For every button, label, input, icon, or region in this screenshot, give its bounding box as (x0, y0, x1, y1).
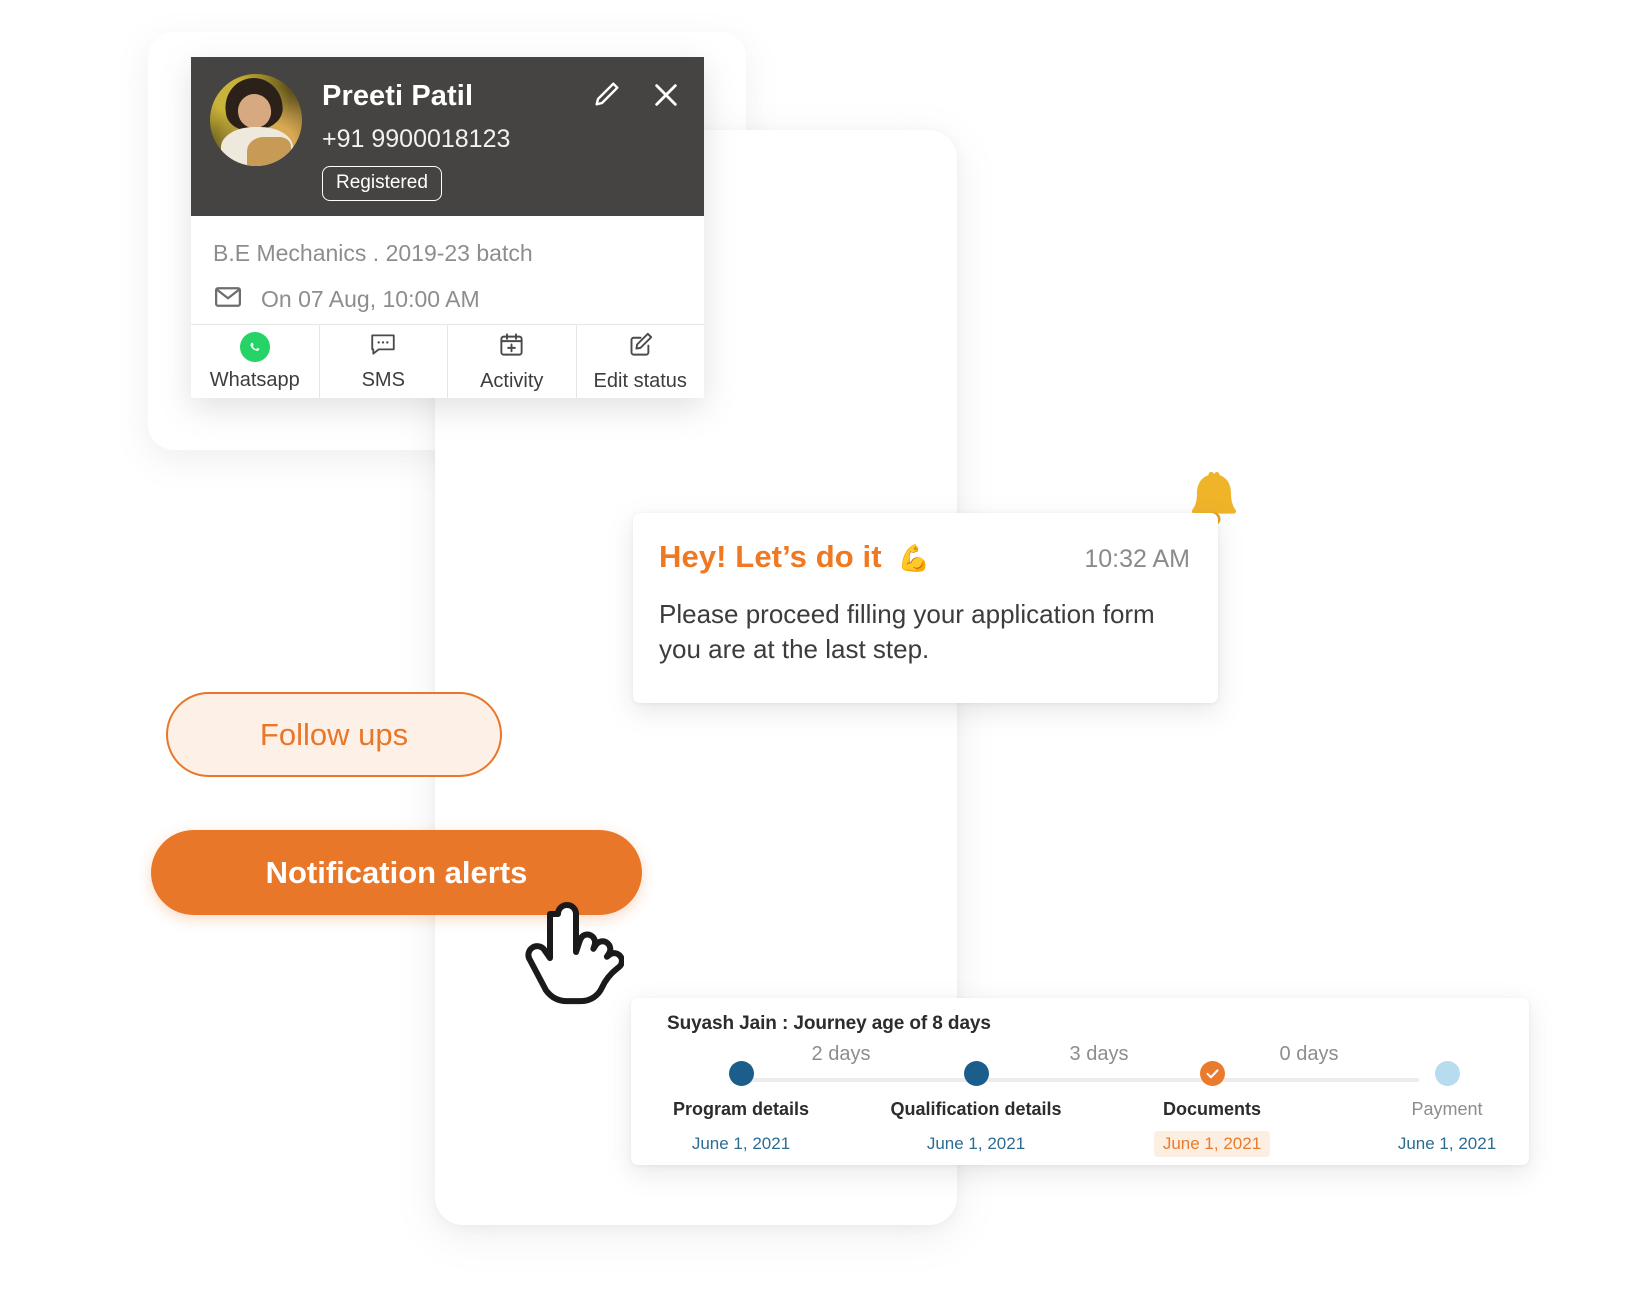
step-dot (1434, 1061, 1460, 1086)
avatar (210, 74, 302, 166)
journey-title: Suyash Jain : Journey age of 8 days (667, 1013, 991, 1034)
action-whatsapp[interactable]: Whatsapp (191, 325, 320, 398)
journey-step-program-details[interactable]: Program details June 1, 2021 (641, 1061, 841, 1157)
journey-step-payment[interactable]: Payment June 1, 2021 (1347, 1061, 1547, 1157)
contact-name: Preeti Patil (322, 80, 474, 112)
calendar-plus-icon (498, 331, 525, 363)
message-title: Hey! Let’s do it (659, 539, 882, 574)
message-card: Hey! Let’s do it 💪 10:32 AM Please proce… (633, 513, 1218, 703)
sms-bubble-icon (369, 331, 397, 362)
follow-ups-label: Follow ups (259, 716, 409, 752)
meeting-time: On 07 Aug, 10:00 AM (261, 286, 480, 312)
step-dot (963, 1061, 989, 1086)
action-label: Edit status (593, 369, 687, 392)
step-dot (1199, 1061, 1225, 1086)
action-activity[interactable]: Activity (448, 325, 577, 398)
flexed-biceps-emoji: 💪 (897, 543, 931, 573)
action-label: Activity (480, 369, 544, 392)
journey-step-documents[interactable]: Documents June 1, 2021 (1112, 1061, 1312, 1157)
status-badge: Registered (322, 166, 442, 202)
message-timestamp: 10:32 AM (1084, 545, 1190, 573)
course-info: B.E Mechanics . 2019-23 batch (213, 240, 533, 266)
profile-card-header: Preeti Patil +91 9900018123 Registered (191, 57, 704, 216)
profile-card-body: B.E Mechanics . 2019-23 batch On 07 Aug,… (191, 216, 704, 324)
step-date: June 1, 2021 (1397, 1134, 1497, 1153)
journey-track: 2 days 3 days 0 days Program details Jun… (631, 1043, 1529, 1166)
notification-alerts-button[interactable]: Notification alerts (151, 830, 642, 915)
action-label: Whatsapp (209, 368, 300, 391)
whatsapp-icon (239, 331, 270, 362)
step-date: June 1, 2021 (926, 1134, 1026, 1153)
action-label: SMS (361, 369, 405, 391)
envelope-icon (213, 282, 243, 317)
action-edit-status[interactable]: Edit status (577, 325, 705, 398)
pencil-icon[interactable] (590, 79, 622, 111)
journey-timeline-card: Suyash Jain : Journey age of 8 days 2 da… (631, 998, 1529, 1165)
action-sms[interactable]: SMS (320, 325, 448, 398)
close-icon[interactable] (650, 79, 682, 111)
step-label: Program details (672, 1099, 810, 1119)
timeline-line (741, 1078, 1419, 1082)
step-date: June 1, 2021 (1153, 1131, 1271, 1157)
notification-alerts-label: Notification alerts (265, 854, 528, 890)
edit-square-icon (627, 331, 654, 363)
profile-card-actions: Whatsapp SMS Activity Edit status (191, 324, 704, 398)
step-dot (728, 1061, 754, 1086)
contact-phone: +91 9900018123 (322, 124, 511, 153)
profile-card: Preeti Patil +91 9900018123 Registered B (191, 57, 704, 398)
message-body: Please proceed filling your application … (659, 599, 1155, 664)
follow-ups-button[interactable]: Follow ups (166, 692, 502, 777)
screenshot-stage: Preeti Patil +91 9900018123 Registered B (0, 0, 1625, 1312)
meeting-row: On 07 Aug, 10:00 AM (213, 282, 682, 317)
step-label: Payment (1411, 1099, 1483, 1119)
step-label: Documents (1162, 1099, 1261, 1119)
step-label: Qualification details (890, 1099, 1062, 1119)
step-date: June 1, 2021 (691, 1134, 791, 1153)
message-header: Hey! Let’s do it 💪 10:32 AM (659, 539, 1190, 575)
journey-step-qualification-details[interactable]: Qualification details June 1, 2021 (876, 1061, 1076, 1157)
